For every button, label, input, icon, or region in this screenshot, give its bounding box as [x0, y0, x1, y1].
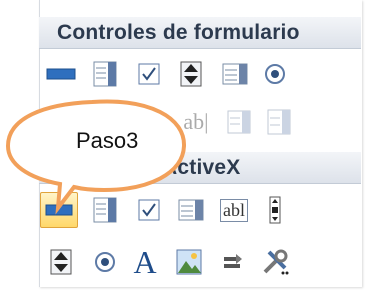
text-box-icon-label: abl: [220, 198, 248, 222]
option-button-icon[interactable]: [258, 58, 292, 90]
checkbox-icon[interactable]: [132, 58, 166, 90]
form-controls-title: Controles de formulario: [57, 21, 300, 44]
combo-list-edit-icon[interactable]: [222, 106, 256, 138]
activex-spin-button-icon[interactable]: [44, 246, 78, 278]
activex-label-icon[interactable]: A: [128, 246, 162, 278]
callout-bubble: [5, 99, 187, 215]
list-box-icon[interactable]: [218, 58, 252, 90]
toggle-button-icon[interactable]: [216, 246, 250, 278]
combo-drop-edit-icon[interactable]: [262, 106, 296, 138]
more-controls-icon[interactable]: [258, 246, 292, 278]
callout-text: Paso3: [76, 128, 139, 153]
activex-option-button-icon[interactable]: [88, 246, 122, 278]
activex-label-glyph: A: [133, 244, 157, 280]
button-icon[interactable]: [44, 58, 78, 90]
image-icon[interactable]: [172, 246, 206, 278]
combo-box-icon[interactable]: [88, 58, 122, 90]
form-controls-header: Controles de formulario: [39, 17, 361, 49]
spin-button-icon[interactable]: [174, 58, 208, 90]
text-box-icon[interactable]: abl: [216, 194, 252, 226]
scroll-bar-icon[interactable]: [258, 194, 292, 226]
